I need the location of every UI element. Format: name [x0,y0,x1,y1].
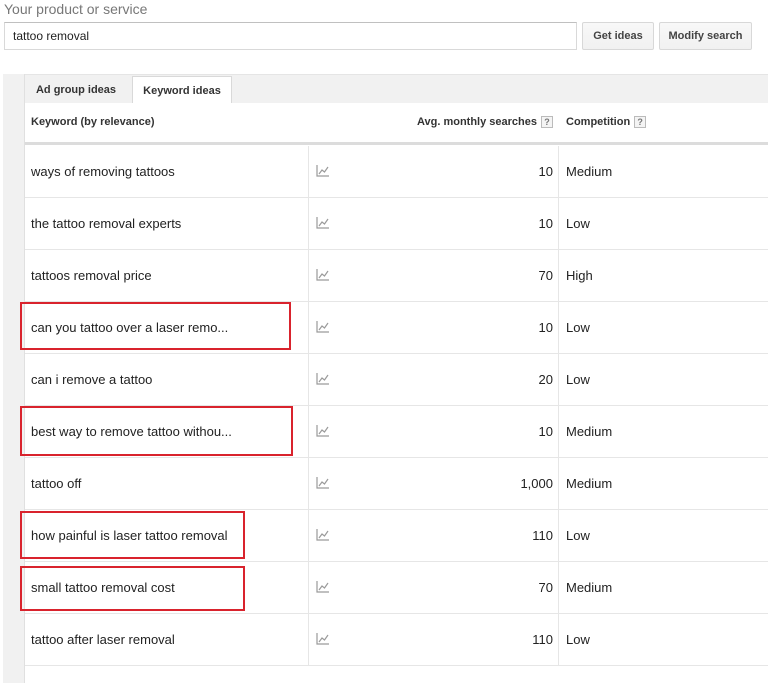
help-icon[interactable]: ? [541,116,553,128]
column-divider [558,614,559,665]
table-row[interactable]: the tattoo removal experts 10 Low [25,198,768,250]
table-header: Keyword (by relevance) Avg. monthly sear… [25,103,768,145]
trend-chart-icon[interactable] [316,424,330,437]
trend-chart-icon[interactable] [316,268,330,281]
column-divider [558,198,559,249]
avg-monthly-searches-cell: 1,000 [520,476,553,491]
competition-cell: Medium [566,580,613,595]
avg-monthly-searches-cell: 10 [538,424,553,439]
column-header-avg-label: Avg. monthly searches [416,116,537,128]
column-divider [308,302,309,353]
trend-chart-icon[interactable] [316,372,330,385]
trend-chart-icon[interactable] [316,476,330,489]
trend-chart-icon[interactable] [316,164,330,177]
tab-keyword-ideas[interactable]: Keyword ideas [132,76,232,104]
search-label: Your product or service [4,1,148,17]
search-input[interactable] [4,22,577,50]
column-divider [308,510,309,561]
column-header-keyword[interactable]: Keyword (by relevance) [31,116,155,128]
trend-chart-icon[interactable] [316,320,330,333]
trend-chart-icon[interactable] [316,632,330,645]
column-header-competition[interactable]: Competition ? [566,116,647,128]
avg-monthly-searches-cell: 10 [538,216,553,231]
keyword-cell[interactable]: can i remove a tattoo [31,372,152,387]
help-icon[interactable]: ? [634,116,647,128]
column-divider [308,198,309,249]
highlight-box [20,406,293,456]
competition-cell: Medium [566,164,613,179]
table-row[interactable]: tattoos removal price 70 High [25,250,768,302]
column-divider [558,250,559,301]
column-divider [308,354,309,405]
keyword-cell[interactable]: tattoos removal price [31,268,152,283]
competition-cell: Low [566,528,590,543]
column-divider [308,146,309,197]
column-header-competition-label: Competition [566,116,631,128]
competition-cell: Low [566,320,590,335]
avg-monthly-searches-cell: 10 [538,320,553,335]
column-divider [558,458,559,509]
trend-chart-icon[interactable] [316,528,330,541]
competition-cell: Medium [566,424,613,439]
trend-chart-icon[interactable] [316,580,330,593]
avg-monthly-searches-cell: 10 [538,164,553,179]
column-divider [558,406,559,457]
keyword-cell[interactable]: ways of removing tattoos [31,164,175,179]
table-row[interactable]: ways of removing tattoos 10 Medium [25,146,768,198]
column-divider [558,562,559,613]
table-row[interactable]: tattoo off 1,000 Medium [25,458,768,510]
keyword-cell[interactable]: the tattoo removal experts [31,216,181,231]
competition-cell: Medium [566,476,613,491]
keyword-cell[interactable]: tattoo after laser removal [31,632,175,647]
highlight-box [20,302,291,350]
avg-monthly-searches-cell: 70 [538,580,553,595]
avg-monthly-searches-cell: 110 [532,528,553,543]
competition-cell: Low [566,372,590,387]
keyword-cell[interactable]: tattoo off [31,476,81,491]
column-divider [558,510,559,561]
get-ideas-button[interactable]: Get ideas [582,22,654,50]
column-divider [308,562,309,613]
highlight-box [20,511,245,559]
column-divider [308,458,309,509]
avg-monthly-searches-cell: 110 [532,632,553,647]
table-row[interactable]: can i remove a tattoo 20 Low [25,354,768,406]
column-divider [308,250,309,301]
avg-monthly-searches-cell: 20 [538,372,553,387]
table-row[interactable]: tattoo after laser removal 110 Low [25,614,768,666]
avg-monthly-searches-cell: 70 [538,268,553,283]
highlight-box [20,566,245,611]
column-divider [558,302,559,353]
column-divider [308,614,309,665]
column-divider [308,406,309,457]
tab-ad-group-ideas[interactable]: Ad group ideas [25,76,127,103]
competition-cell: High [566,268,593,283]
column-header-avg-monthly-searches[interactable]: Avg. monthly searches ? [417,116,553,128]
column-divider [558,354,559,405]
competition-cell: Low [566,632,590,647]
modify-search-button[interactable]: Modify search [659,22,752,50]
trend-chart-icon[interactable] [316,216,330,229]
column-divider [558,146,559,197]
competition-cell: Low [566,216,590,231]
